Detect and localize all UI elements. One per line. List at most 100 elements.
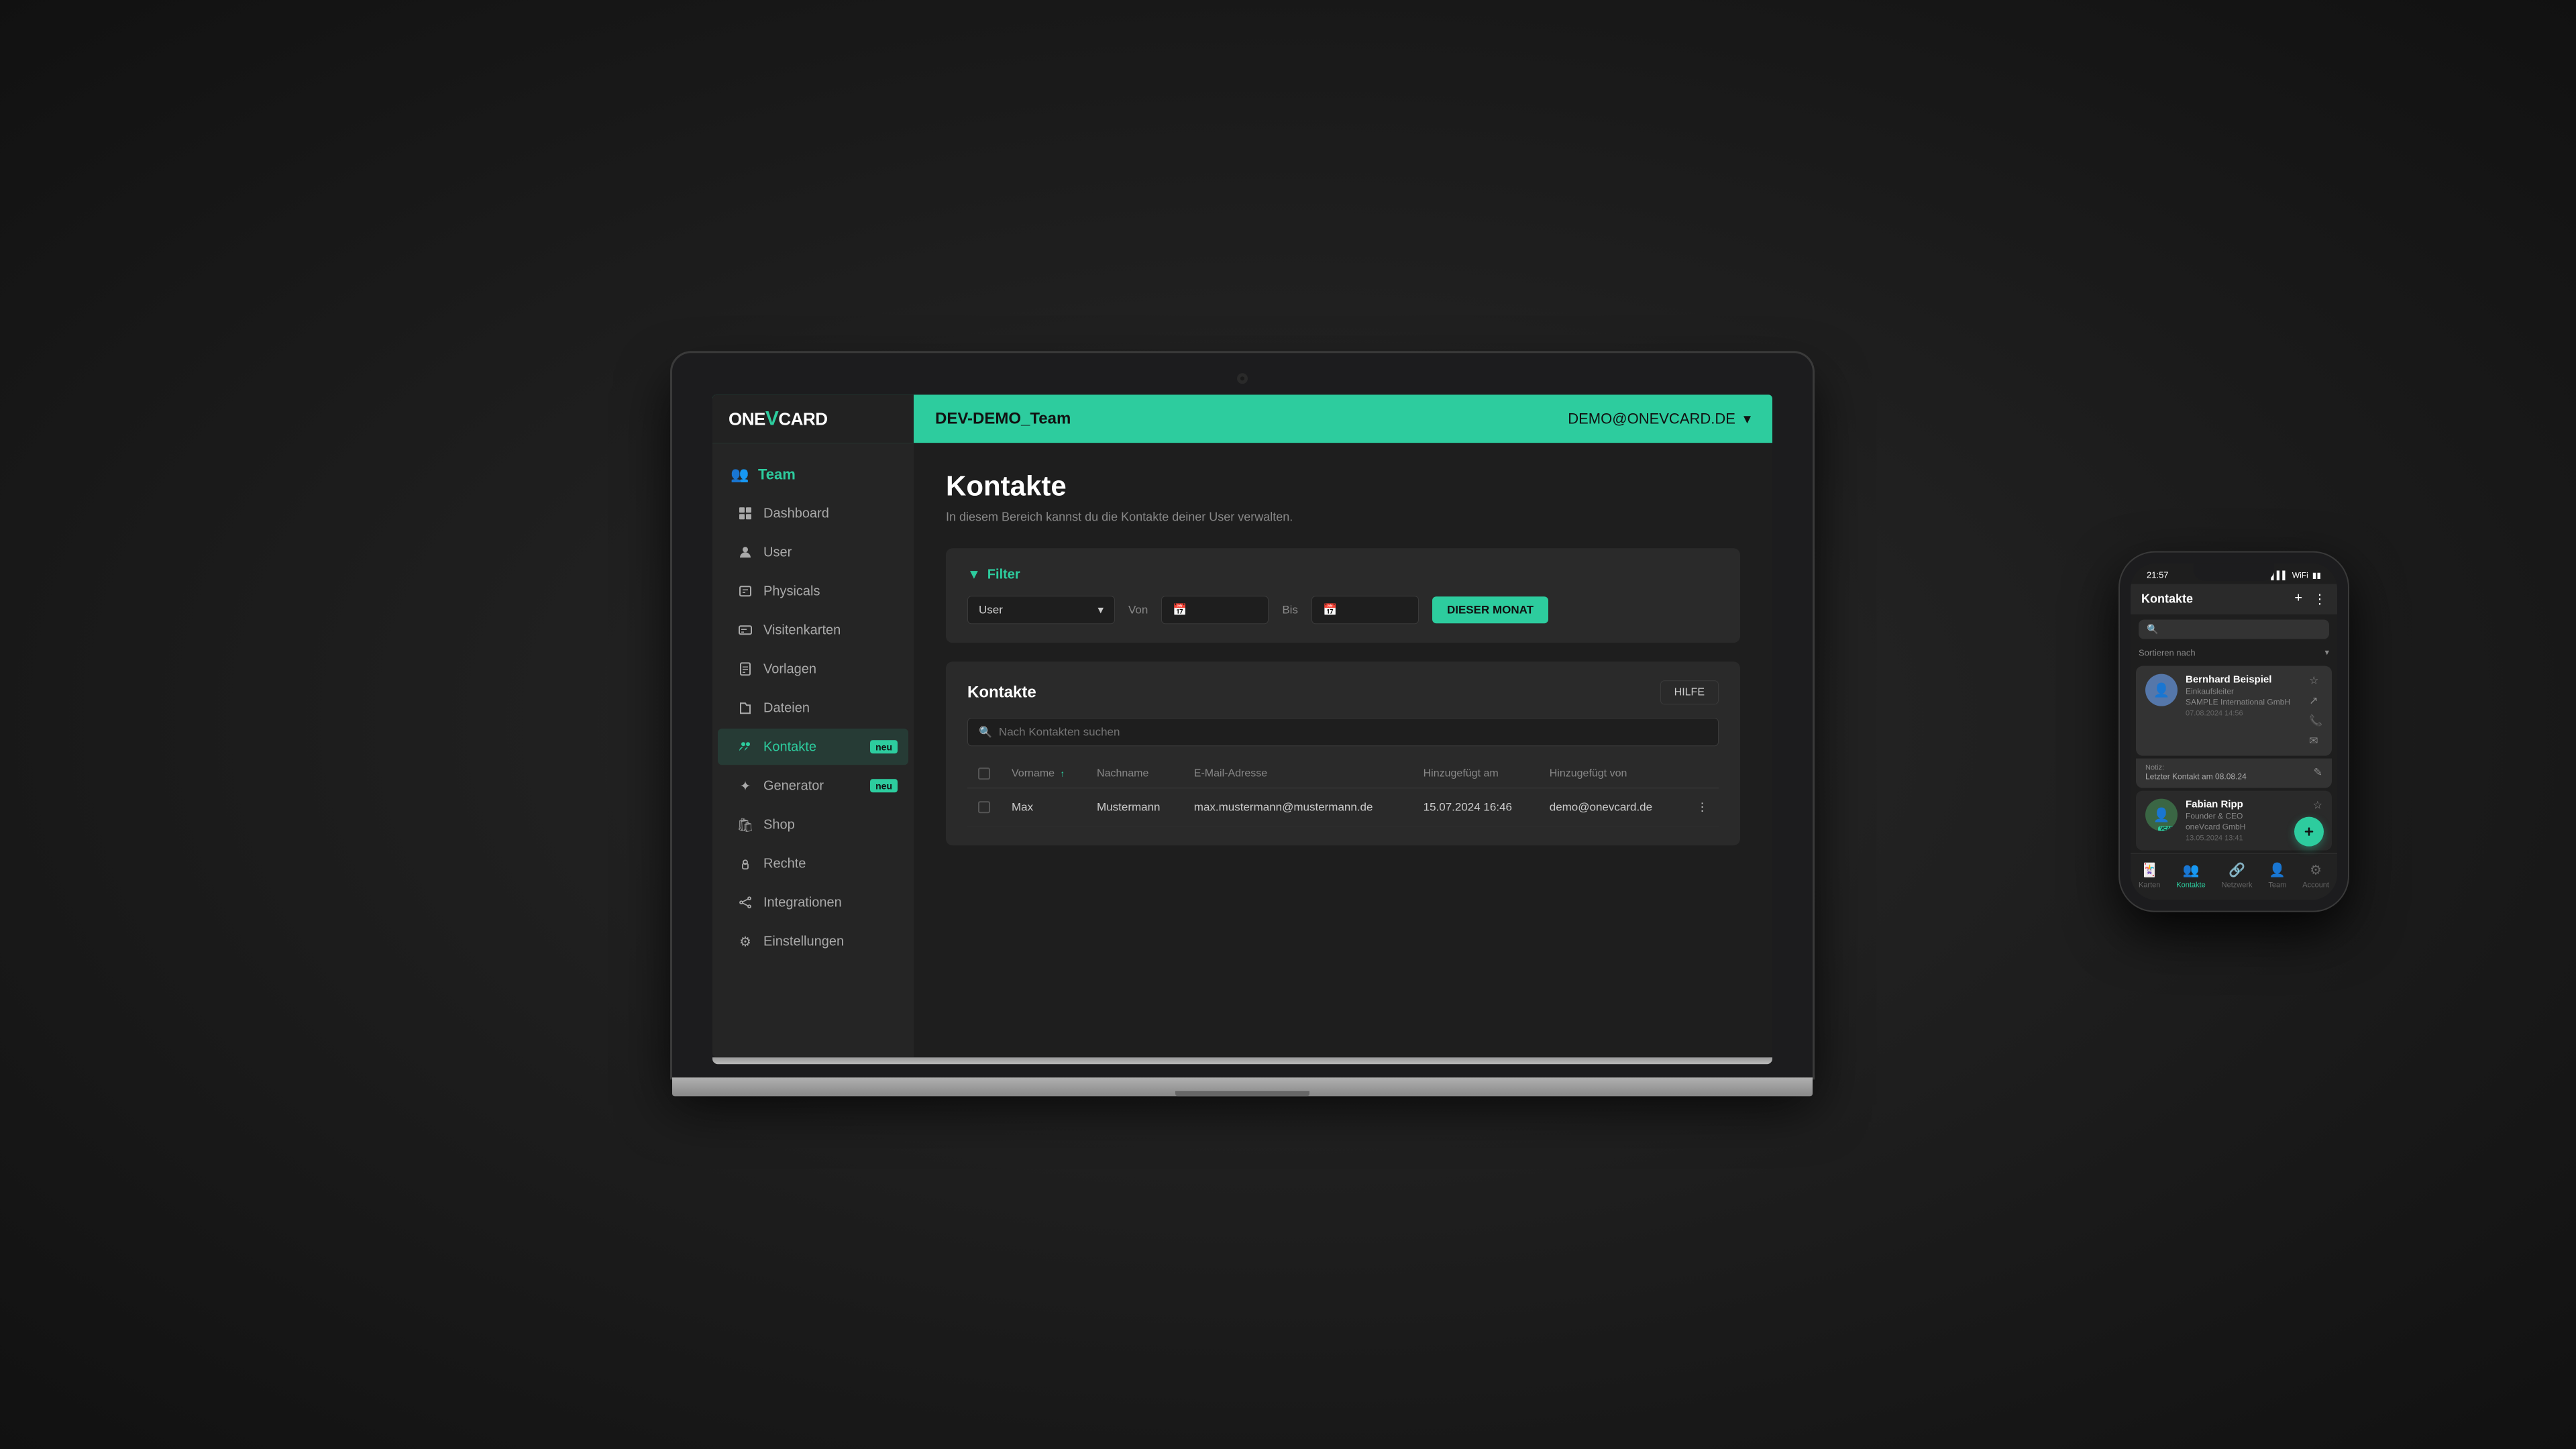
- wifi-icon: WiFi: [2292, 570, 2308, 580]
- logo: ONEVCARD: [729, 407, 827, 430]
- help-button[interactable]: HILFE: [1660, 680, 1719, 704]
- kontakte-nav-label: Kontakte: [2176, 881, 2205, 890]
- generator-badge: neu: [870, 779, 898, 792]
- col-email-label: E-Mail-Adresse: [1194, 767, 1267, 779]
- sidebar-item-rechte[interactable]: Rechte: [718, 845, 908, 881]
- physicals-icon: [737, 582, 754, 600]
- header-user[interactable]: DEMO@ONEVCARD.DE ▾: [1546, 410, 1772, 427]
- phone-bezel: 21:57 ▌▌▌ WiFi ▮▮ Kontakte + ⋮: [2120, 553, 2348, 911]
- kontakte-badge: neu: [870, 740, 898, 753]
- col-hinzugefuegt-von: Hinzugefügt von: [1539, 759, 1681, 788]
- account-nav-icon: ⚙: [2310, 862, 2322, 879]
- table-row[interactable]: Max Mustermann max.mustermann@mustermann…: [967, 788, 1719, 826]
- vcard-badge: VCARD: [2158, 826, 2178, 831]
- netzwerk-nav-label: Netzwerk: [2222, 881, 2253, 890]
- sidebar-item-user[interactable]: User: [718, 534, 908, 570]
- page-subtitle: In diesem Bereich kannst du die Kontakte…: [946, 510, 1740, 524]
- phone-nav-account[interactable]: ⚙ Account: [2302, 862, 2329, 890]
- phone-nav-kontakte[interactable]: 👥 Kontakte: [2176, 862, 2205, 890]
- col-email: E-Mail-Adresse: [1183, 759, 1413, 788]
- phone-nav-karten[interactable]: 🃏 Karten: [2139, 862, 2160, 890]
- phone: 21:57 ▌▌▌ WiFi ▮▮ Kontakte + ⋮: [2120, 553, 2348, 911]
- phone-screen: 21:57 ▌▌▌ WiFi ▮▮ Kontakte + ⋮: [2131, 564, 2337, 900]
- col-hinzugefuegt-von-label: Hinzugefügt von: [1550, 767, 1627, 779]
- user-filter-label: User: [979, 603, 1003, 616]
- sidebar-item-vorlagen[interactable]: Vorlagen: [718, 651, 908, 687]
- sidebar-item-einstellungen[interactable]: ⚙ Einstellungen: [718, 923, 908, 959]
- phone-note-text-1: Letzter Kontakt am 08.08.24: [2145, 772, 2247, 782]
- star-icon[interactable]: ☆: [2309, 674, 2322, 688]
- edit-icon[interactable]: ✎: [2314, 766, 2322, 780]
- phone-fab-button[interactable]: [2294, 817, 2324, 847]
- sidebar-section-header: 👥 Team: [712, 456, 914, 492]
- phone-bottom-nav: 🃏 Karten 👥 Kontakte 🔗 Netzwerk 👤 Team: [2131, 853, 2337, 900]
- laptop: ONEVCARD DEV-DEMO_Team DEMO@ONEVCARD.DE …: [672, 353, 1813, 1096]
- sidebar-item-visitenkarten[interactable]: Visitenkarten: [718, 612, 908, 648]
- shop-icon: 🛍: [737, 816, 754, 833]
- col-nachname-label: Nachname: [1097, 767, 1148, 779]
- phone-nav-netzwerk[interactable]: 🔗 Netzwerk: [2222, 862, 2253, 890]
- phone-contact-role-2: Founder & CEO: [2186, 812, 2305, 821]
- cell-by: demo@onevcard.de: [1539, 788, 1681, 826]
- phone-header: Kontakte + ⋮: [2131, 584, 2337, 614]
- phone-contact-company-1: SAMPLE International GmbH: [2186, 698, 2301, 707]
- contacts-table-title: Kontakte: [967, 683, 1036, 702]
- cell-date: 15.07.2024 16:46: [1413, 788, 1539, 826]
- account-nav-label: Account: [2302, 881, 2329, 890]
- select-all-checkbox[interactable]: [978, 767, 990, 780]
- phone-status-icons: ▌▌▌ WiFi ▮▮: [2271, 570, 2321, 580]
- phone-icon[interactable]: 📞: [2309, 714, 2322, 728]
- battery-icon: ▮▮: [2312, 570, 2321, 580]
- bis-label: Bis: [1282, 603, 1298, 616]
- sidebar-item-dateien[interactable]: Dateien: [718, 690, 908, 726]
- sidebar-item-generator[interactable]: ✦ Generator neu: [718, 767, 908, 804]
- von-date-picker[interactable]: 📅: [1161, 596, 1269, 624]
- cell-nachname: Mustermann: [1086, 788, 1183, 826]
- sidebar-item-kontakte[interactable]: Kontakte neu: [718, 729, 908, 765]
- sidebar-item-label-generator: Generator: [763, 778, 824, 794]
- phone-sort-bar: Sortieren nach ▾: [2131, 645, 2337, 663]
- row-actions-menu[interactable]: ⋮: [1681, 788, 1719, 826]
- phone-avatar-2: 👤 VCARD: [2145, 799, 2178, 831]
- contacts-card: Kontakte HILFE 🔍: [946, 661, 1740, 845]
- rechte-icon: [737, 855, 754, 872]
- phone-add-icon[interactable]: +: [2294, 591, 2302, 608]
- phone-card-actions-1: ☆ ↗ 📞 ✉: [2309, 674, 2322, 748]
- phone-contact-card-1[interactable]: 👤 Bernhard Beispiel Einkaufsleiter SAMPL…: [2136, 666, 2332, 756]
- sidebar-item-label-vorlagen: Vorlagen: [763, 661, 816, 677]
- sort-icon: ↑: [1061, 768, 1065, 778]
- sidebar-item-label-einstellungen: Einstellungen: [763, 934, 844, 949]
- phone-contact-name-2: Fabian Ripp: [2186, 799, 2305, 810]
- phone-contact-info-2: Fabian Ripp Founder & CEO oneVcard GmbH …: [2186, 799, 2305, 843]
- sidebar-item-label-integrationen: Integrationen: [763, 895, 842, 910]
- phone-nav-team[interactable]: 👤 Team: [2268, 862, 2286, 890]
- filter-title: ▼ Filter: [967, 567, 1719, 582]
- logo-card-text: CARD: [778, 409, 827, 429]
- app-body: 👥 Team Dashboard: [712, 443, 1772, 1057]
- team-nav-icon: 👤: [2269, 862, 2286, 879]
- bis-date-picker[interactable]: 📅: [1311, 596, 1419, 624]
- logo-v-text: V: [765, 407, 779, 429]
- star-icon-2[interactable]: ☆: [2313, 799, 2322, 812]
- search-input[interactable]: [999, 725, 1707, 739]
- main-content: Kontakte In diesem Bereich kannst du die…: [914, 443, 1772, 1057]
- email-icon[interactable]: ✉: [2309, 735, 2322, 748]
- share-icon[interactable]: ↗: [2309, 694, 2322, 708]
- phone-more-icon[interactable]: ⋮: [2313, 591, 2326, 608]
- cell-vorname: Max: [1001, 788, 1086, 826]
- user-filter-select[interactable]: User ▾: [967, 596, 1115, 624]
- phone-contact-name-1: Bernhard Beispiel: [2186, 674, 2301, 686]
- dieser-monat-button[interactable]: DIESER MONAT: [1432, 596, 1548, 623]
- filter-title-text: Filter: [987, 567, 1020, 582]
- sidebar-item-physicals[interactable]: Physicals: [718, 573, 908, 609]
- phone-notch: [2194, 564, 2274, 581]
- sidebar-item-integrationen[interactable]: Integrationen: [718, 884, 908, 920]
- sidebar-item-dashboard[interactable]: Dashboard: [718, 495, 908, 531]
- karten-nav-label: Karten: [2139, 881, 2160, 890]
- logo-area: ONEVCARD: [712, 394, 914, 443]
- sidebar-item-shop[interactable]: 🛍 Shop: [718, 806, 908, 843]
- header-email: DEMO@ONEVCARD.DE: [1568, 410, 1735, 427]
- row-checkbox[interactable]: [978, 801, 990, 813]
- team-icon: 👥: [731, 466, 749, 483]
- phone-search-bar[interactable]: 🔍: [2139, 620, 2329, 639]
